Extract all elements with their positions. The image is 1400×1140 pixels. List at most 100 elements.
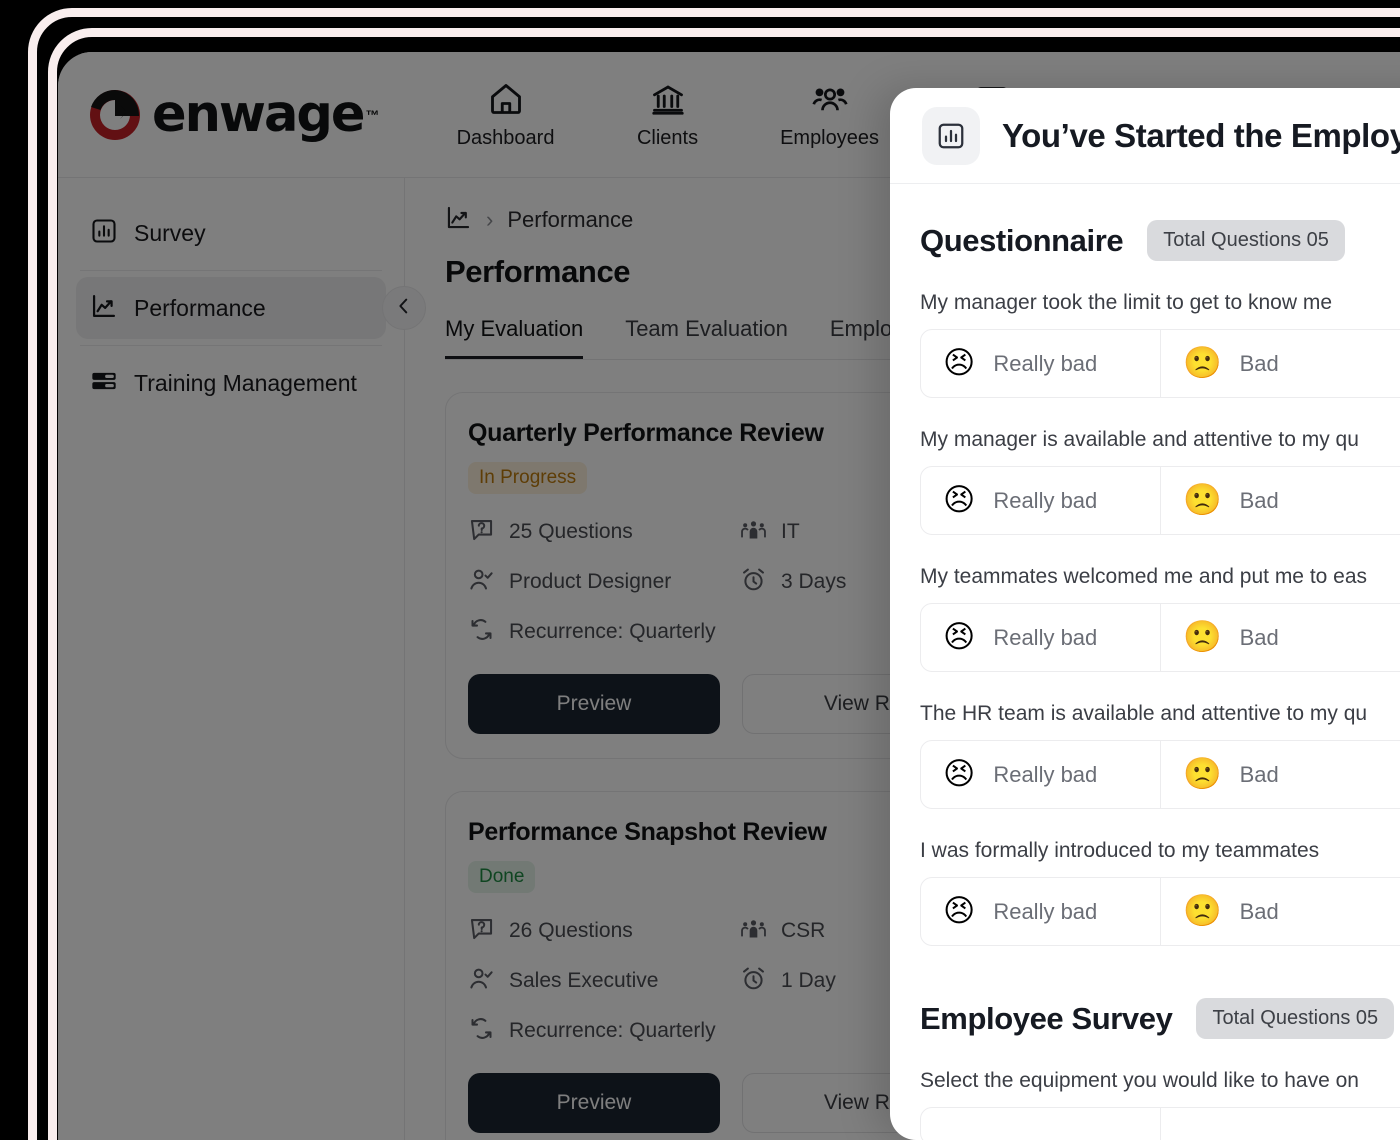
section-header-employee-survey: Employee Survey Total Questions 05 [920, 998, 1400, 1039]
preview-button[interactable]: Preview [468, 1073, 720, 1133]
question-text: Select the equipment you would like to h… [920, 1069, 1359, 1092]
repeat-icon [468, 616, 495, 648]
answer-option[interactable] [921, 1108, 1161, 1140]
bank-icon [650, 79, 686, 119]
tab-my-evaluation[interactable]: My Evaluation [445, 316, 584, 359]
meta-recurrence: Recurrence: Quarterly [468, 1015, 740, 1047]
question-text: I was formally introduced to my teammate… [920, 839, 1320, 862]
question-item: My manager took the limit to get to know… [920, 291, 1400, 398]
question-text: My manager took the limit to get to know… [920, 291, 1333, 314]
status-badge: In Progress [468, 462, 588, 494]
preview-button[interactable]: Preview [468, 674, 720, 734]
bad-emoji-icon: 🙁 [1183, 482, 1222, 518]
meta-role: Product Designer [468, 566, 740, 598]
answer-option[interactable]: 😣 Really bad [921, 604, 1161, 671]
nav-item-clients[interactable]: Clients [616, 79, 720, 150]
survey-modal: You’ve Started the Employe Questionnaire… [890, 88, 1400, 1140]
answer-label: Really bad [993, 898, 1098, 924]
answer-label: Bad [1239, 350, 1279, 376]
meta-text: Recurrence: Quarterly [509, 1019, 716, 1042]
really-bad-emoji-icon: 😣 [943, 756, 976, 792]
section-title: Employee Survey [920, 1000, 1173, 1036]
question-text: The HR team is available and attentive t… [920, 702, 1368, 725]
total-questions-badge: Total Questions 05 [1196, 998, 1395, 1039]
meta-questions: 25 Questions [468, 516, 740, 548]
enwage-logo-icon [86, 86, 144, 144]
really-bad-emoji-icon: 😣 [943, 619, 976, 655]
breadcrumb-separator: › [486, 207, 494, 232]
bad-emoji-icon: 🙁 [1183, 756, 1222, 792]
meta-text: IT [781, 520, 800, 543]
nav-label: Employees [780, 127, 879, 149]
meta-text: 1 Day [781, 969, 836, 992]
answer-option[interactable]: 🙁 Bad [1161, 467, 1400, 534]
answer-label: Really bad [993, 350, 1098, 376]
question-item: My manager is available and attentive to… [920, 428, 1400, 535]
sidebar-divider [80, 270, 382, 271]
meta-questions: 26 Questions [468, 915, 740, 947]
meta-text: Product Designer [509, 570, 672, 593]
meta-text: CSR [781, 919, 826, 942]
meta-role: Sales Executive [468, 965, 740, 997]
answer-label: Really bad [993, 761, 1098, 787]
answer-options: 😣 Really bad 🙁 Bad [920, 329, 1400, 398]
bar-chart-icon [922, 106, 980, 165]
sidebar-collapse-button[interactable] [382, 286, 426, 330]
answer-label: Bad [1239, 624, 1279, 650]
user-check-icon [468, 566, 495, 598]
section-header-questionnaire: Questionnaire Total Questions 05 [920, 220, 1400, 261]
modal-header: You’ve Started the Employe [890, 88, 1400, 184]
nav-item-employees[interactable]: Employees [778, 79, 882, 150]
answer-options: 😣 Really bad 🙁 Bad [920, 740, 1400, 809]
answer-options: 😣 Really bad 🙁 Bad [920, 466, 1400, 535]
answer-option[interactable]: 😣 Really bad [921, 741, 1161, 808]
tab-team-evaluation[interactable]: Team Evaluation [625, 316, 788, 359]
user-check-icon [468, 965, 495, 997]
bar-chart-icon [90, 217, 118, 250]
sidebar-item-label: Performance [134, 294, 266, 321]
really-bad-emoji-icon: 😣 [943, 482, 976, 518]
answer-option[interactable]: 🙁 Bad [1161, 330, 1400, 397]
brand-trademark: ™ [365, 106, 380, 123]
section-title: Questionnaire [920, 222, 1124, 258]
answer-label: Bad [1239, 487, 1279, 513]
question-item: The HR team is available and attentive t… [920, 702, 1400, 809]
answer-option[interactable] [1161, 1108, 1400, 1140]
sidebar-item-survey[interactable]: Survey [76, 202, 386, 264]
sidebar-item-performance[interactable]: Performance [76, 277, 386, 339]
total-questions-badge: Total Questions 05 [1147, 220, 1345, 261]
line-chart-icon [445, 204, 472, 236]
line-chart-icon [90, 292, 118, 325]
answer-option[interactable]: 🙁 Bad [1161, 878, 1400, 945]
question-bubble-icon [468, 516, 495, 548]
chevron-left-icon [393, 295, 415, 322]
home-icon [488, 79, 524, 119]
answer-option[interactable]: 🙁 Bad [1161, 741, 1400, 808]
alarm-clock-icon [740, 566, 767, 598]
question-item: My teammates welcomed me and put me to e… [920, 565, 1400, 672]
question-item: Select the equipment you would like to h… [920, 1069, 1400, 1140]
answer-options: 😣 Really bad 🙁 Bad [920, 877, 1400, 946]
brand-logo[interactable]: enwage ™ [86, 85, 380, 144]
answer-option[interactable]: 😣 Really bad [921, 878, 1161, 945]
nav-item-dashboard[interactable]: Dashboard [454, 79, 558, 150]
answer-option[interactable]: 🙁 Bad [1161, 604, 1400, 671]
sidebar-divider [80, 345, 382, 346]
sidebar-item-label: Training Management [134, 369, 357, 396]
nav-label: Clients [636, 127, 699, 149]
nav-label: Dashboard [456, 127, 555, 149]
sidebar-item-training-management[interactable]: Training Management [76, 352, 386, 414]
meta-recurrence: Recurrence: Quarterly [468, 616, 740, 648]
bad-emoji-icon: 🙁 [1183, 345, 1222, 381]
really-bad-emoji-icon: 😣 [943, 345, 976, 381]
answer-label: Bad [1239, 761, 1279, 787]
answer-option[interactable]: 😣 Really bad [921, 467, 1161, 534]
team-group-icon [740, 516, 767, 548]
breadcrumb-current[interactable]: Performance [507, 207, 633, 233]
bad-emoji-icon: 🙁 [1183, 893, 1222, 929]
answer-option[interactable]: 😣 Really bad [921, 330, 1161, 397]
answer-label: Really bad [993, 487, 1098, 513]
meta-text: Recurrence: Quarterly [509, 620, 716, 643]
page-root: enwage ™ Dashboard Clients Employees Sur… [0, 0, 1400, 1140]
meta-text: 25 Questions [509, 520, 633, 543]
